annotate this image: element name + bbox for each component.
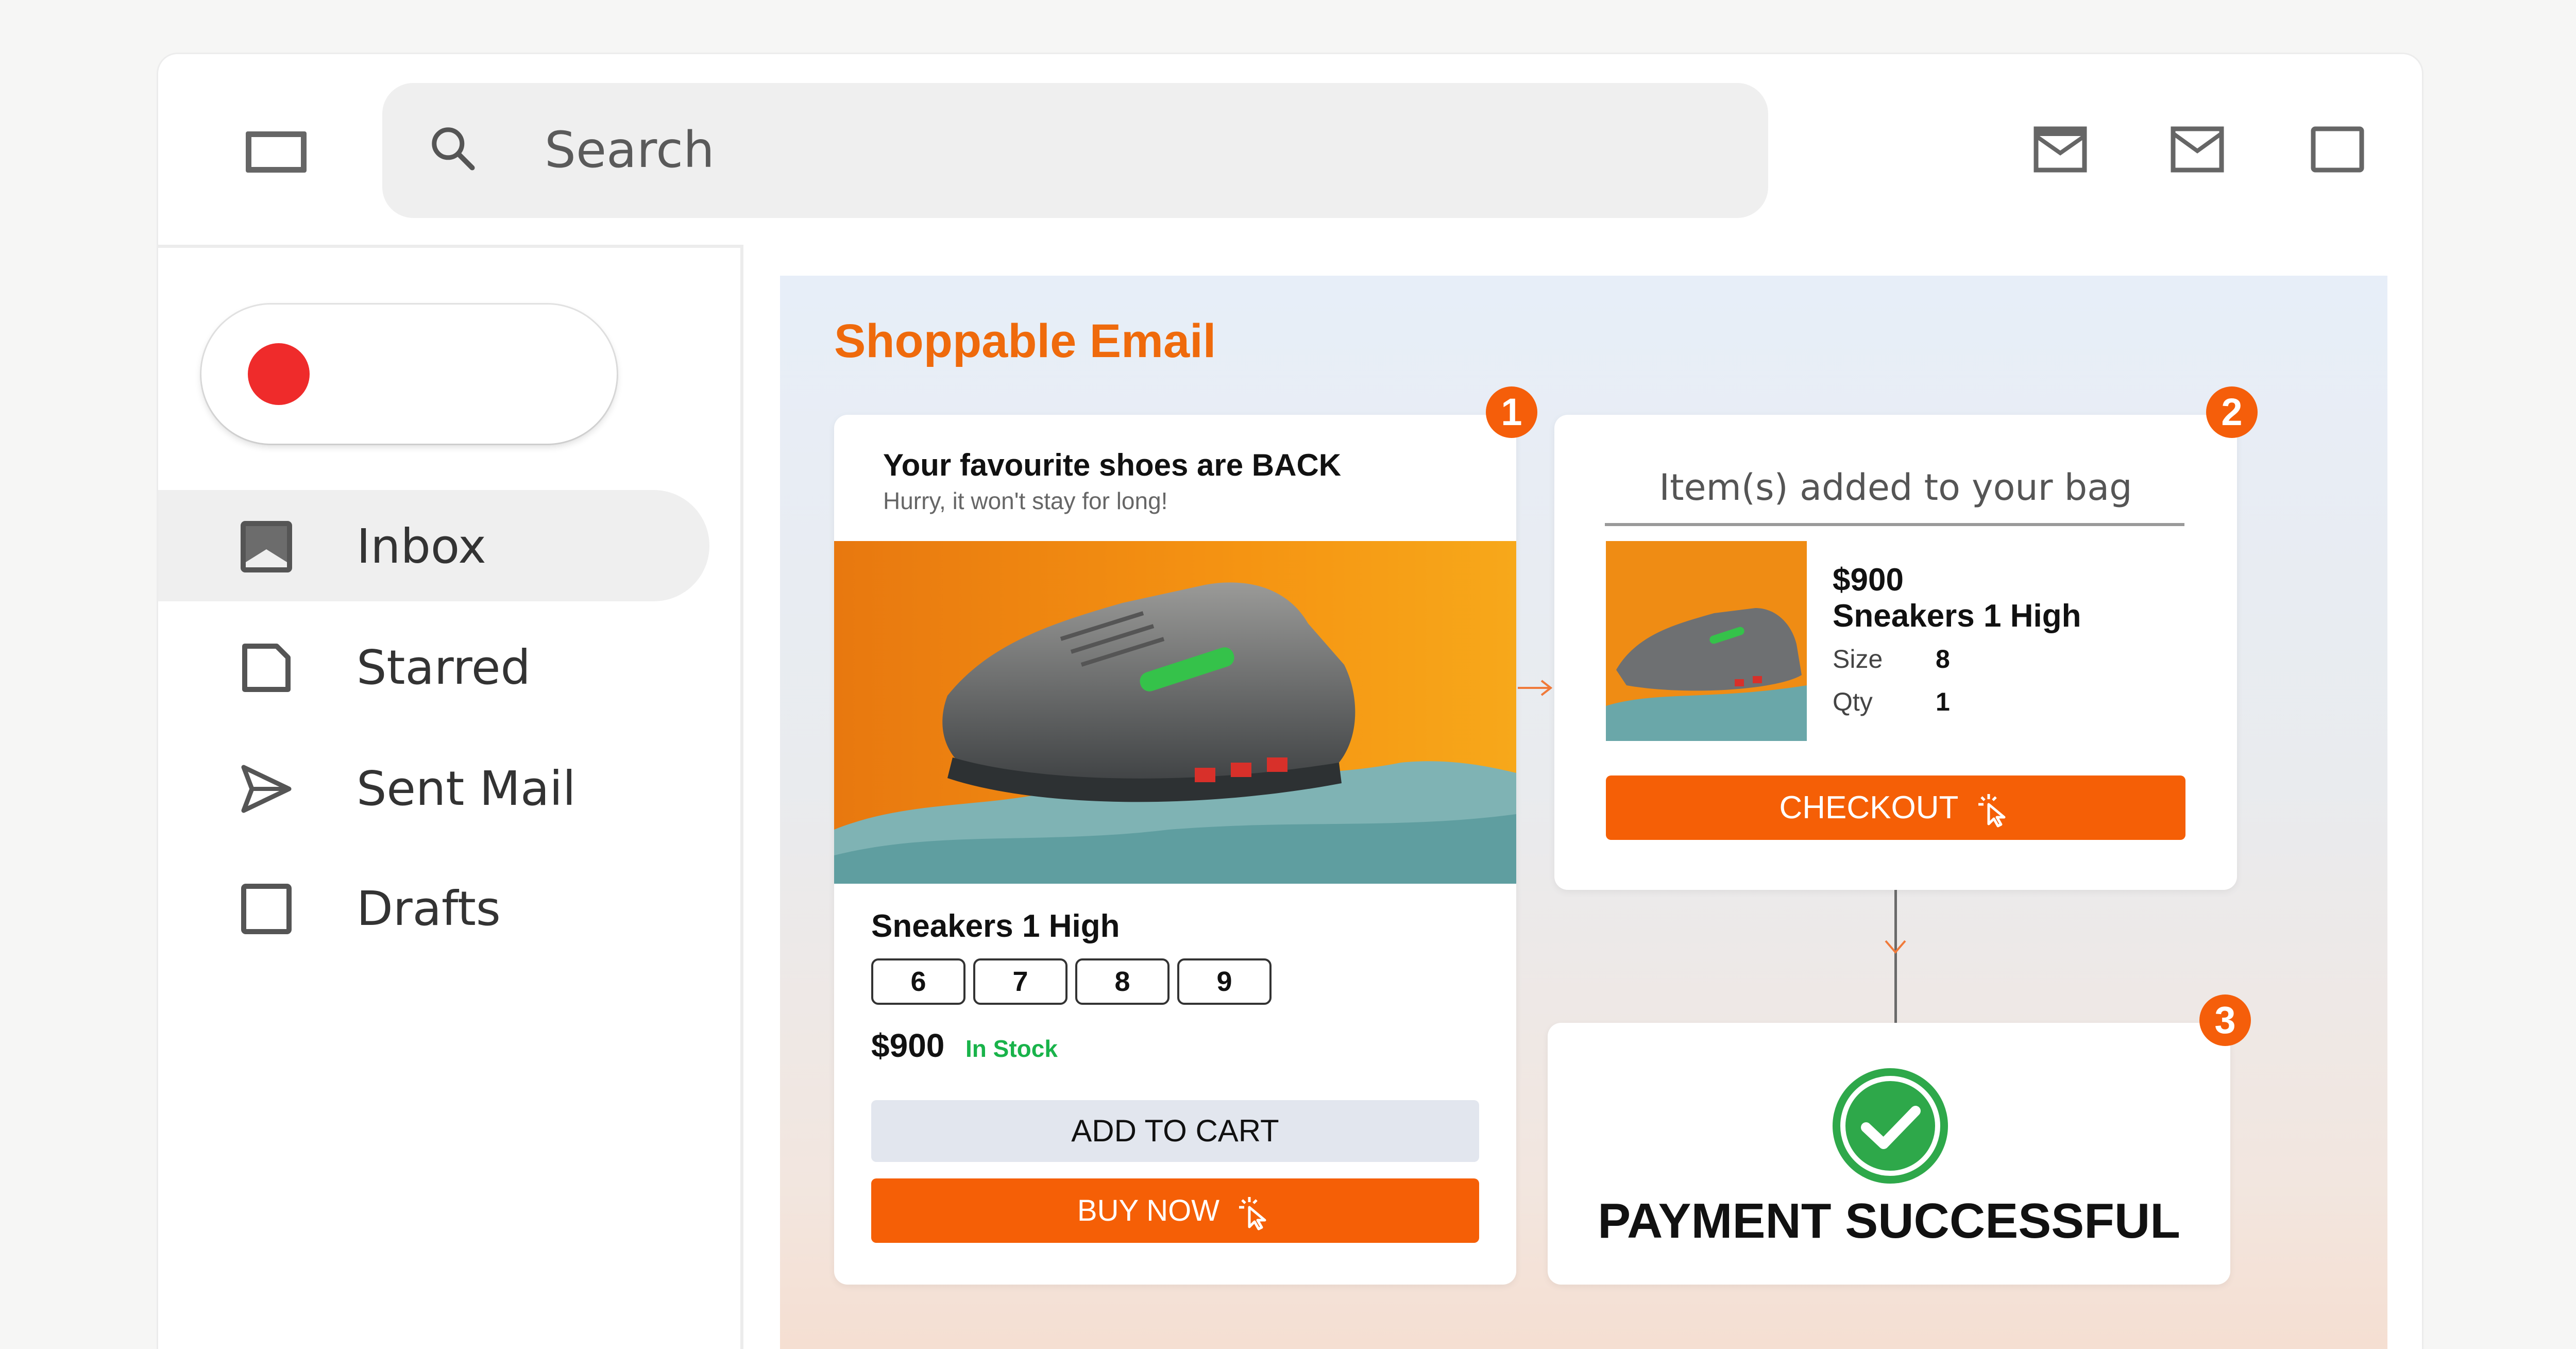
size-value: 8 bbox=[1936, 645, 1950, 673]
product-name: Sneakers 1 High bbox=[871, 908, 1120, 944]
product-headline: Your favourite shoes are BACK bbox=[883, 448, 1342, 482]
mail-window: Search Inbox Starred Sent Mail Drafts Sh… bbox=[158, 54, 2422, 1349]
sidebar-item-label: Starred bbox=[357, 640, 531, 695]
mail-icon[interactable] bbox=[2171, 126, 2224, 173]
arrow-down-icon bbox=[1885, 940, 1906, 954]
product-price: $900 bbox=[871, 1027, 945, 1064]
sidebar-item-label: Inbox bbox=[357, 519, 486, 574]
qty-value: 1 bbox=[1936, 687, 1950, 716]
compose-dot-icon bbox=[248, 343, 310, 405]
sidebar-item-sent-mail[interactable]: Sent Mail bbox=[158, 732, 709, 844]
search-input[interactable]: Search bbox=[545, 121, 715, 179]
sidebar-item-label: Sent Mail bbox=[357, 761, 576, 816]
qty-label: Qty bbox=[1833, 687, 1873, 716]
bag-card: Item(s) added to your bag $900 Sneakers … bbox=[1554, 415, 2237, 890]
add-to-cart-button[interactable]: ADD TO CART bbox=[871, 1100, 1479, 1162]
bag-item-name: Sneakers 1 High bbox=[1833, 598, 2081, 634]
sidebar-item-label: Drafts bbox=[357, 881, 501, 936]
sidebar-item-drafts[interactable]: Drafts bbox=[158, 852, 709, 964]
top-bar: Search bbox=[158, 54, 2422, 245]
starred-icon bbox=[242, 644, 291, 692]
mail-open-icon[interactable] bbox=[2033, 126, 2087, 173]
success-check-icon bbox=[1833, 1068, 1948, 1184]
search-bar[interactable]: Search bbox=[382, 83, 1768, 218]
compose-button[interactable] bbox=[201, 305, 617, 444]
step-badge-3: 3 bbox=[2199, 994, 2251, 1046]
product-card: Your favourite shoes are BACK Hurry, it … bbox=[834, 415, 1516, 1285]
buy-now-label: BUY NOW bbox=[1077, 1194, 1219, 1227]
menu-icon[interactable] bbox=[246, 131, 307, 173]
payment-status: PAYMENT SUCCESSFUL bbox=[1598, 1193, 2180, 1249]
sidebar-item-starred[interactable]: Starred bbox=[158, 611, 709, 722]
email-content: Shoppable Email Your favourite shoes are… bbox=[780, 276, 2387, 1349]
sneaker-image bbox=[834, 541, 1516, 884]
window-icon[interactable] bbox=[2311, 126, 2364, 173]
bag-item-price: $900 bbox=[1833, 562, 1904, 598]
size-option[interactable]: 7 bbox=[973, 958, 1067, 1005]
sidebar: Inbox Starred Sent Mail Drafts bbox=[158, 245, 743, 1349]
buy-now-button[interactable]: BUY NOW bbox=[871, 1178, 1479, 1243]
add-to-cart-label: ADD TO CART bbox=[1071, 1114, 1279, 1148]
stock-status: In Stock bbox=[965, 1035, 1058, 1062]
payment-card: PAYMENT SUCCESSFUL bbox=[1548, 1023, 2230, 1285]
search-icon bbox=[432, 127, 475, 171]
sidebar-item-inbox[interactable]: Inbox bbox=[158, 490, 709, 601]
step-badge-2: 2 bbox=[2206, 386, 2258, 438]
send-icon bbox=[241, 765, 292, 813]
click-cursor-icon bbox=[1239, 1196, 1266, 1230]
arrow-right-icon bbox=[1518, 680, 1553, 696]
drafts-icon bbox=[241, 884, 292, 934]
size-label: Size bbox=[1833, 645, 1883, 673]
checkout-label: CHECKOUT bbox=[1779, 790, 1958, 825]
step-badge-1: 1 bbox=[1486, 386, 1537, 438]
sneaker-thumbnail bbox=[1606, 541, 1807, 741]
product-subtitle: Hurry, it won't stay for long! bbox=[883, 487, 1168, 514]
divider bbox=[1605, 523, 2184, 526]
click-cursor-icon bbox=[1978, 794, 2006, 828]
inbox-icon bbox=[241, 521, 292, 572]
size-option[interactable]: 9 bbox=[1177, 958, 1272, 1005]
checkout-button[interactable]: CHECKOUT bbox=[1606, 775, 2185, 840]
size-option[interactable]: 8 bbox=[1075, 958, 1170, 1005]
email-title: Shoppable Email bbox=[834, 315, 1216, 367]
bag-title: Item(s) added to your bag bbox=[1659, 466, 2132, 509]
size-option[interactable]: 6 bbox=[871, 958, 965, 1005]
